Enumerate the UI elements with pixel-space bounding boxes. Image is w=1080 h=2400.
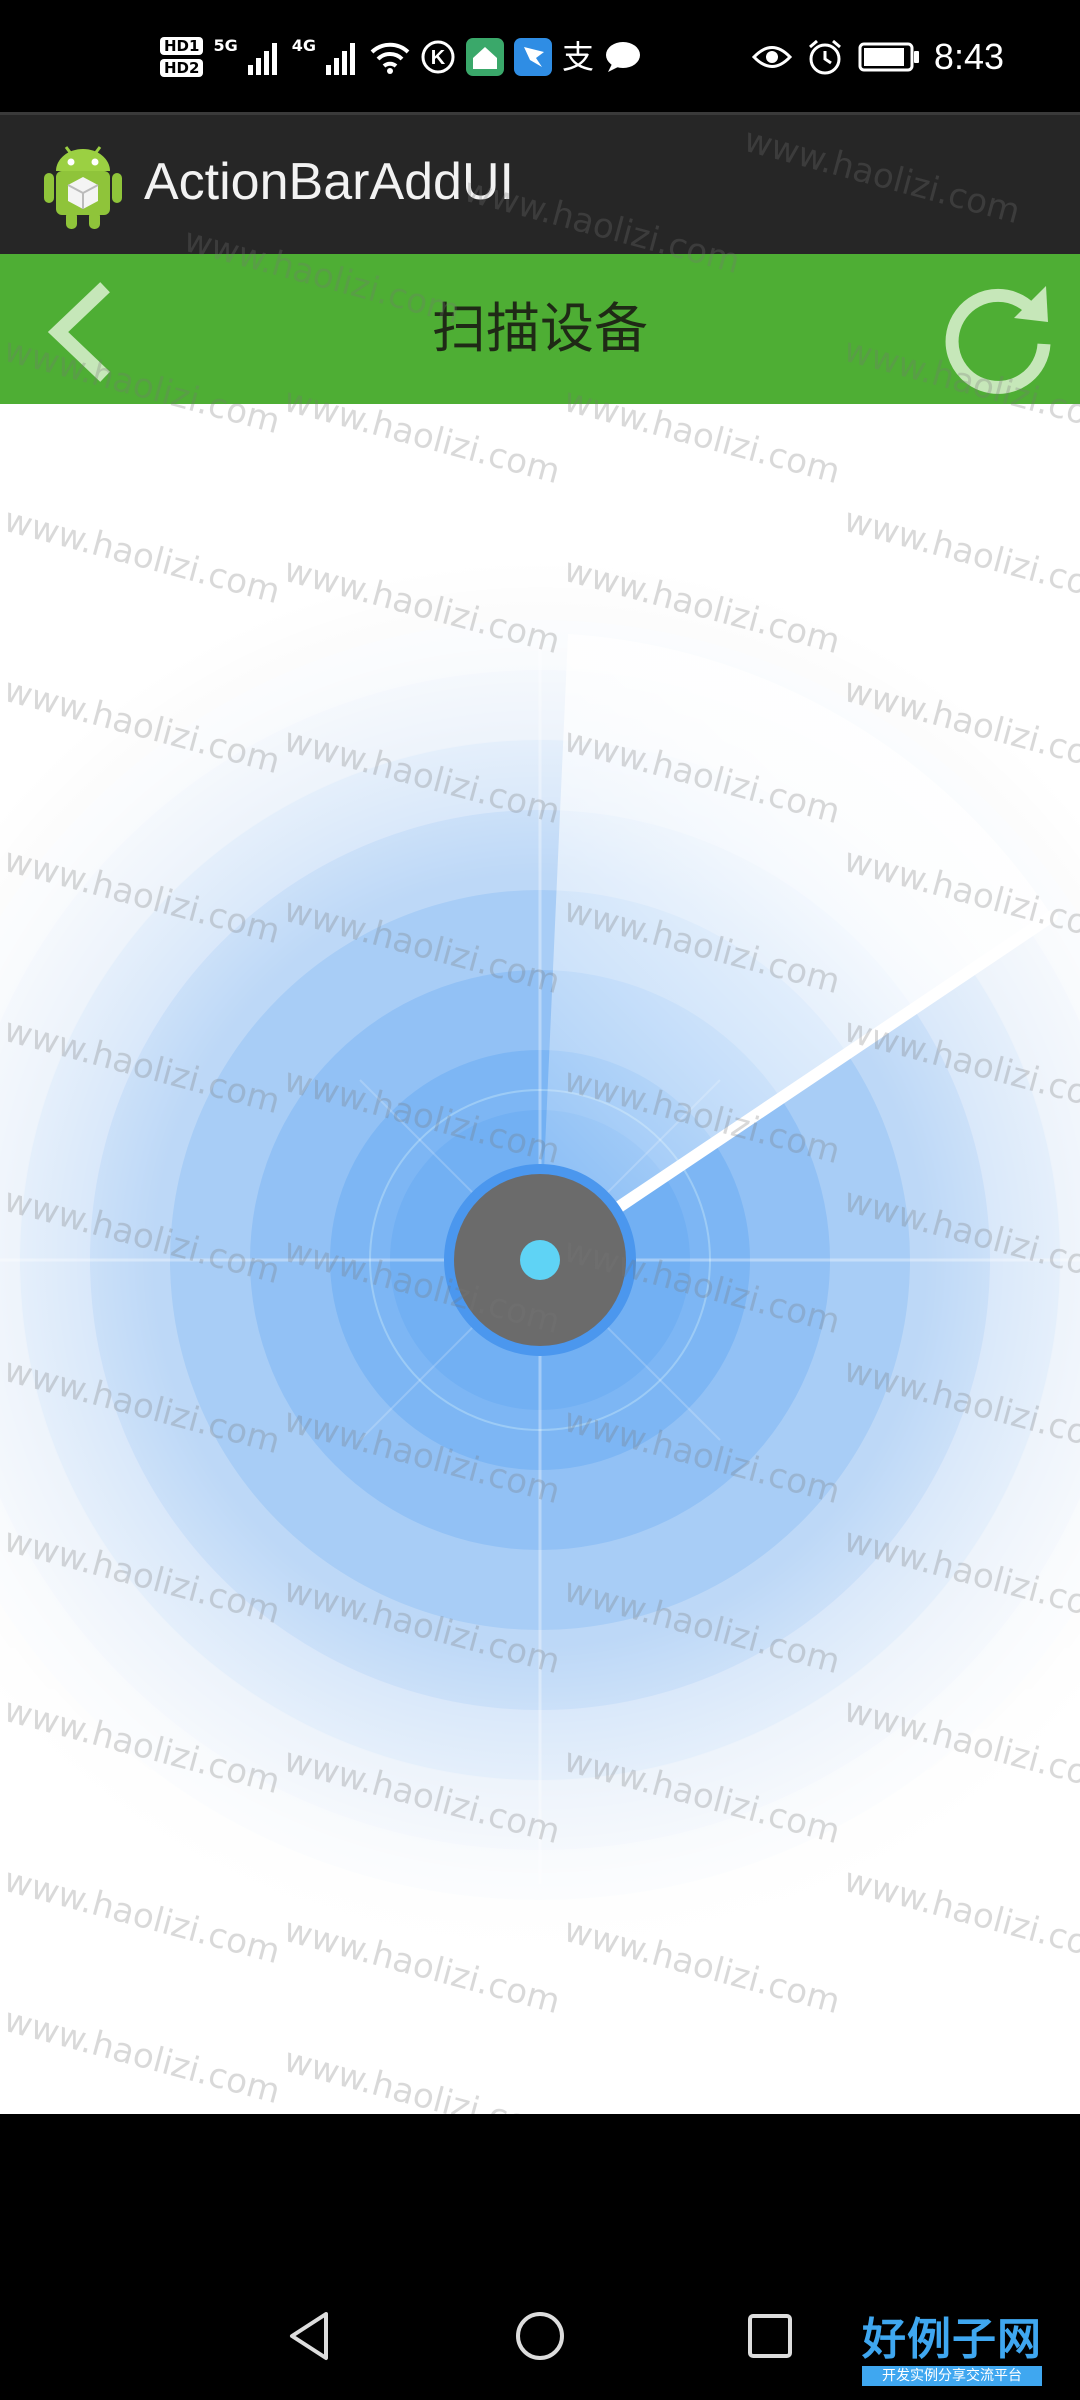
status-left: HD1 HD2 5G 4G K 支 [160, 34, 642, 80]
chat-icon [606, 42, 640, 72]
scan-toolbar: 扫描设备 [0, 254, 1080, 404]
status-right: 8:43 [751, 34, 1004, 80]
net-5g-label: 5G [213, 36, 238, 55]
refresh-icon[interactable] [940, 274, 1060, 394]
back-icon[interactable] [280, 2306, 340, 2366]
action-bar: ActionBarAddUI [0, 112, 1080, 254]
clock-time: 8:43 [933, 36, 1004, 77]
net-4g-label: 4G [291, 36, 316, 55]
status-bar: HD1 HD2 5G 4G K 支 8:43 [0, 0, 1080, 112]
toolbar-title: 扫描设备 [432, 297, 648, 360]
brand-sub-text: 开发实例分享交流平台 [862, 2366, 1042, 2386]
brand-main-text: 好例子网 [862, 2314, 1042, 2365]
eye-icon [751, 46, 792, 68]
home-app-icon [465, 38, 504, 76]
radar-scanner [0, 404, 1080, 2114]
recent-apps-icon[interactable] [740, 2306, 800, 2366]
back-chevron-icon[interactable] [40, 282, 120, 382]
wifi-icon [370, 42, 410, 74]
alipay-icon: 支 [561, 38, 594, 76]
signal-icon [325, 43, 355, 75]
kite-app-icon [513, 38, 552, 76]
hd-indicators: HD1 HD2 [160, 37, 204, 77]
hd1-badge: HD1 [160, 37, 204, 55]
brand-logo: 好例子网 开发实例分享交流平台 [862, 2316, 1042, 2386]
signal-icon [247, 43, 277, 75]
app-title: ActionBarAddUI [144, 153, 514, 211]
alarm-icon [808, 39, 841, 75]
k-icon: K [421, 40, 455, 74]
hd2-badge: HD2 [160, 59, 204, 77]
scan-content [0, 404, 1080, 2114]
radar-center-dot [520, 1240, 560, 1280]
home-icon[interactable] [510, 2306, 570, 2366]
android-app-icon [44, 146, 122, 229]
battery-icon [858, 42, 919, 72]
svg-text:K: K [431, 47, 446, 69]
